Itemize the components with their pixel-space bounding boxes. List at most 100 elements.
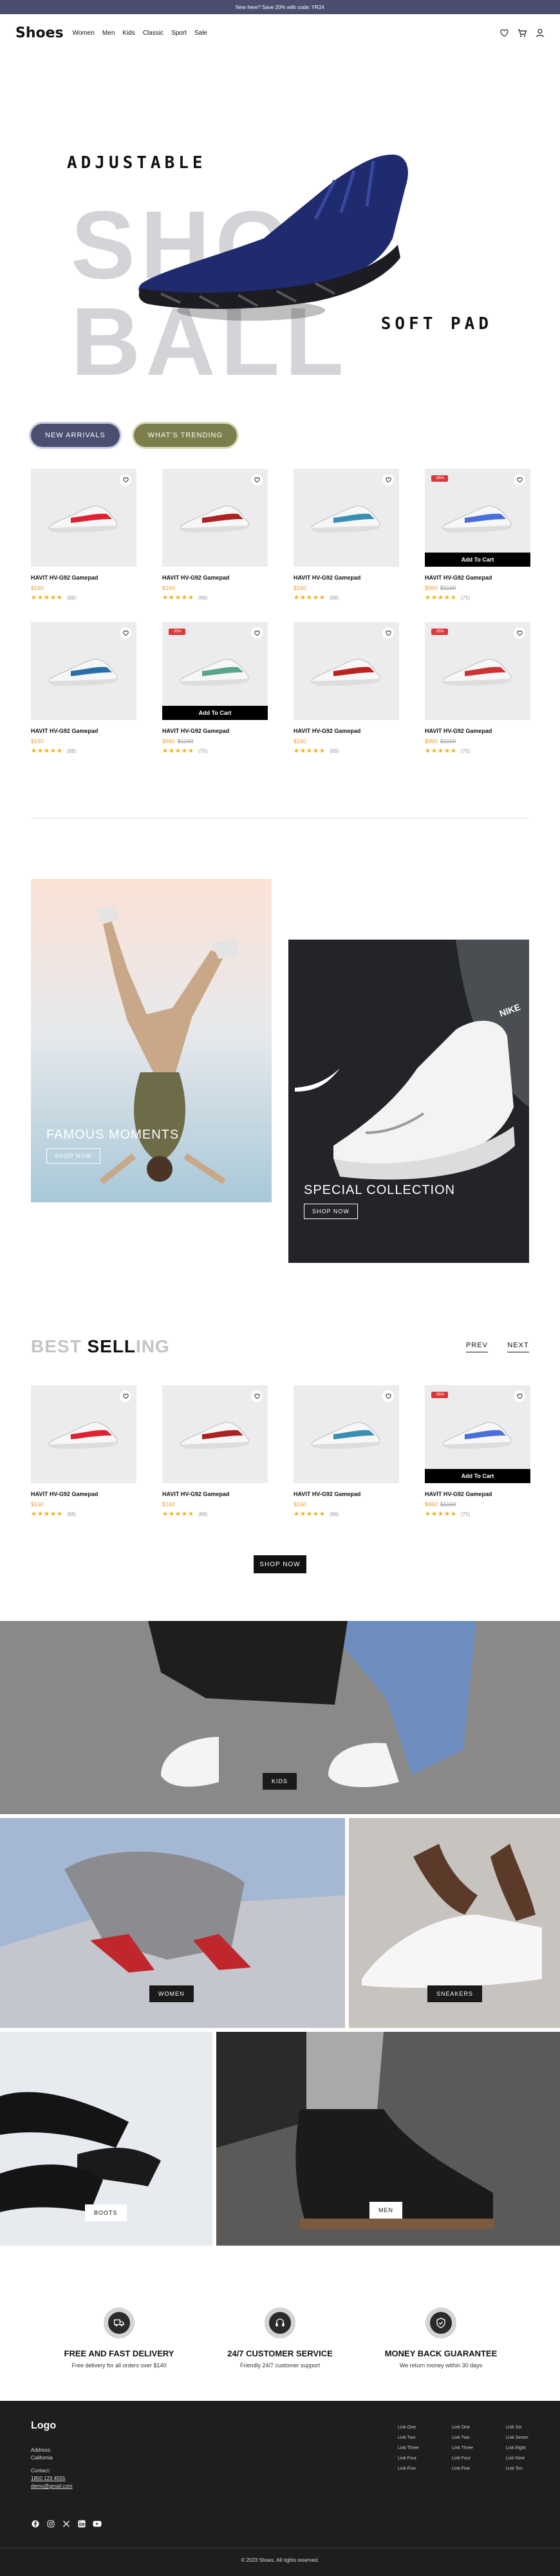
product-name[interactable]: HAVIT HV-G92 Gamepad bbox=[162, 1491, 268, 1497]
wishlist-heart-icon[interactable] bbox=[251, 474, 263, 486]
product-name[interactable]: HAVIT HV-G92 Gamepad bbox=[31, 574, 136, 581]
product-card[interactable]: -35% Add To Cart HAVIT HV-G92 Gamepad $960 $… bbox=[162, 622, 268, 755]
wishlist-heart-icon[interactable] bbox=[382, 1390, 394, 1402]
wishlist-heart-icon[interactable] bbox=[514, 627, 525, 639]
category-boots[interactable]: BOOTS bbox=[0, 2032, 212, 2246]
category-sneakers[interactable]: SNEAKERS bbox=[349, 1818, 560, 2028]
x-icon[interactable] bbox=[62, 2519, 71, 2528]
footer-link[interactable]: Link Seven bbox=[506, 2436, 537, 2440]
add-to-cart-button[interactable]: Add To Cart bbox=[425, 553, 530, 567]
heart-icon[interactable] bbox=[499, 28, 509, 37]
facebook-icon[interactable] bbox=[31, 2519, 40, 2528]
wishlist-heart-icon[interactable] bbox=[382, 474, 394, 486]
wishlist-heart-icon[interactable] bbox=[514, 1390, 525, 1402]
product-card[interactable]: HAVIT HV-G92 Gamepad $160 (88) bbox=[31, 1385, 136, 1518]
product-card[interactable]: -35% Add To Cart HAVIT HV-G92 Gamepad $960 $… bbox=[425, 1385, 530, 1518]
product-image[interactable] bbox=[31, 469, 136, 567]
nav-link-kids[interactable]: Kids bbox=[122, 30, 135, 37]
next-button[interactable]: NEXT bbox=[507, 1341, 529, 1352]
footer-link[interactable]: Link Two bbox=[398, 2436, 429, 2440]
footer-link[interactable]: Link Six bbox=[506, 2425, 537, 2430]
product-image[interactable] bbox=[31, 622, 136, 720]
product-image[interactable]: -35% bbox=[425, 622, 530, 720]
nav-link-sale[interactable]: Sale bbox=[194, 30, 207, 37]
wishlist-heart-icon[interactable] bbox=[514, 474, 525, 486]
best-selling-shop-now-button[interactable]: SHOP NOW bbox=[254, 1555, 306, 1573]
product-card[interactable]: HAVIT HV-G92 Gamepad $160 (88) bbox=[31, 622, 136, 755]
product-image[interactable]: -35% Add To Cart bbox=[425, 469, 530, 567]
tab-new-arrivals[interactable]: NEW ARRIVALS bbox=[31, 424, 120, 447]
instagram-icon[interactable] bbox=[46, 2519, 55, 2528]
product-card[interactable]: -35% HAVIT HV-G92 Gamepad $960 $1160 (75) bbox=[425, 622, 530, 755]
product-image[interactable]: -35% Add To Cart bbox=[162, 622, 268, 720]
product-image[interactable] bbox=[31, 1385, 136, 1483]
wishlist-heart-icon[interactable] bbox=[120, 627, 131, 639]
product-card[interactable]: HAVIT HV-G92 Gamepad $160 (88) bbox=[31, 469, 136, 601]
product-card[interactable]: HAVIT HV-G92 Gamepad $160 (88) bbox=[294, 1385, 399, 1518]
category-kids[interactable]: KIDS bbox=[0, 1621, 560, 1814]
star-icon bbox=[44, 748, 50, 755]
footer-link[interactable]: Link Eight bbox=[506, 2446, 537, 2450]
nav-link-sport[interactable]: Sport bbox=[171, 30, 187, 37]
hero-banner: SHOE BALL ADJUSTABLE SOFT PAD bbox=[0, 52, 560, 390]
linkedin-icon[interactable] bbox=[77, 2519, 86, 2528]
nav-link-men[interactable]: Men bbox=[102, 30, 115, 37]
category-men[interactable]: MEN bbox=[216, 2032, 560, 2246]
promo-left-shop-button[interactable]: SHOP NOW bbox=[46, 1148, 100, 1164]
promo-right-shop-button[interactable]: SHOP NOW bbox=[304, 1204, 358, 1219]
wishlist-heart-icon[interactable] bbox=[120, 474, 131, 486]
footer-logo[interactable]: Logo bbox=[31, 2420, 56, 2432]
wishlist-heart-icon[interactable] bbox=[382, 627, 394, 639]
add-to-cart-button[interactable]: Add To Cart bbox=[425, 1469, 530, 1483]
product-card[interactable]: HAVIT HV-G92 Gamepad $160 (88) bbox=[294, 469, 399, 601]
user-icon[interactable] bbox=[536, 28, 545, 37]
product-card[interactable]: HAVIT HV-G92 Gamepad $160 (88) bbox=[162, 469, 268, 601]
review-count: (88) bbox=[330, 595, 339, 601]
product-image[interactable] bbox=[162, 469, 268, 567]
footer-link[interactable]: Link Three bbox=[452, 2446, 483, 2450]
nav-link-classic[interactable]: Classic bbox=[143, 30, 163, 37]
product-card[interactable]: -35% Add To Cart HAVIT HV-G92 Gamepad $960 $… bbox=[425, 469, 530, 601]
footer-link[interactable]: Link Four bbox=[452, 2456, 483, 2461]
product-name[interactable]: HAVIT HV-G92 Gamepad bbox=[425, 728, 530, 734]
youtube-icon[interactable] bbox=[93, 2519, 102, 2528]
nav-link-women[interactable]: Women bbox=[73, 30, 95, 37]
product-name[interactable]: HAVIT HV-G92 Gamepad bbox=[425, 574, 530, 581]
product-card[interactable]: HAVIT HV-G92 Gamepad $160 (88) bbox=[294, 622, 399, 755]
footer-link[interactable]: Link Five bbox=[452, 2467, 483, 2471]
footer-link[interactable]: Link Nine bbox=[506, 2456, 537, 2461]
product-name[interactable]: HAVIT HV-G92 Gamepad bbox=[294, 574, 399, 581]
product-image[interactable] bbox=[294, 1385, 399, 1483]
wishlist-heart-icon[interactable] bbox=[251, 1390, 263, 1402]
product-name[interactable]: HAVIT HV-G92 Gamepad bbox=[294, 728, 399, 734]
footer-email[interactable]: demo@gmail.com bbox=[31, 2483, 73, 2489]
footer-link[interactable]: Link Three bbox=[398, 2446, 429, 2450]
footer-link[interactable]: Link Five bbox=[398, 2467, 429, 2471]
site-logo[interactable]: Shoes bbox=[15, 25, 64, 41]
product-name[interactable]: HAVIT HV-G92 Gamepad bbox=[162, 574, 268, 581]
wishlist-heart-icon[interactable] bbox=[120, 1390, 131, 1402]
product-image[interactable] bbox=[162, 1385, 268, 1483]
prev-button[interactable]: PREV bbox=[466, 1341, 488, 1352]
footer-phone[interactable]: 1800 123 4555 bbox=[31, 2476, 65, 2481]
product-image[interactable]: -35% Add To Cart bbox=[425, 1385, 530, 1483]
footer-link[interactable]: Link One bbox=[452, 2425, 483, 2430]
product-name[interactable]: HAVIT HV-G92 Gamepad bbox=[294, 1491, 399, 1497]
product-name[interactable]: HAVIT HV-G92 Gamepad bbox=[31, 1491, 136, 1497]
footer-link[interactable]: Link Two bbox=[452, 2436, 483, 2440]
cart-icon[interactable] bbox=[518, 28, 527, 37]
category-women[interactable]: WOMEN bbox=[0, 1818, 345, 2028]
product-image[interactable] bbox=[294, 622, 399, 720]
product-name[interactable]: HAVIT HV-G92 Gamepad bbox=[425, 1491, 530, 1497]
tab-whats-trending[interactable]: WHAT'S TRENDING bbox=[133, 424, 238, 447]
product-image[interactable] bbox=[294, 469, 399, 567]
footer-link[interactable]: Link One bbox=[398, 2425, 429, 2430]
footer-link[interactable]: Link Ten bbox=[506, 2467, 537, 2471]
add-to-cart-button[interactable]: Add To Cart bbox=[162, 706, 268, 720]
product-name[interactable]: HAVIT HV-G92 Gamepad bbox=[31, 728, 136, 734]
wishlist-heart-icon[interactable] bbox=[251, 627, 263, 639]
product-name[interactable]: HAVIT HV-G92 Gamepad bbox=[162, 728, 268, 734]
footer-link[interactable]: Link Four bbox=[398, 2456, 429, 2461]
star-icon bbox=[37, 1511, 43, 1518]
product-card[interactable]: HAVIT HV-G92 Gamepad $160 (88) bbox=[162, 1385, 268, 1518]
